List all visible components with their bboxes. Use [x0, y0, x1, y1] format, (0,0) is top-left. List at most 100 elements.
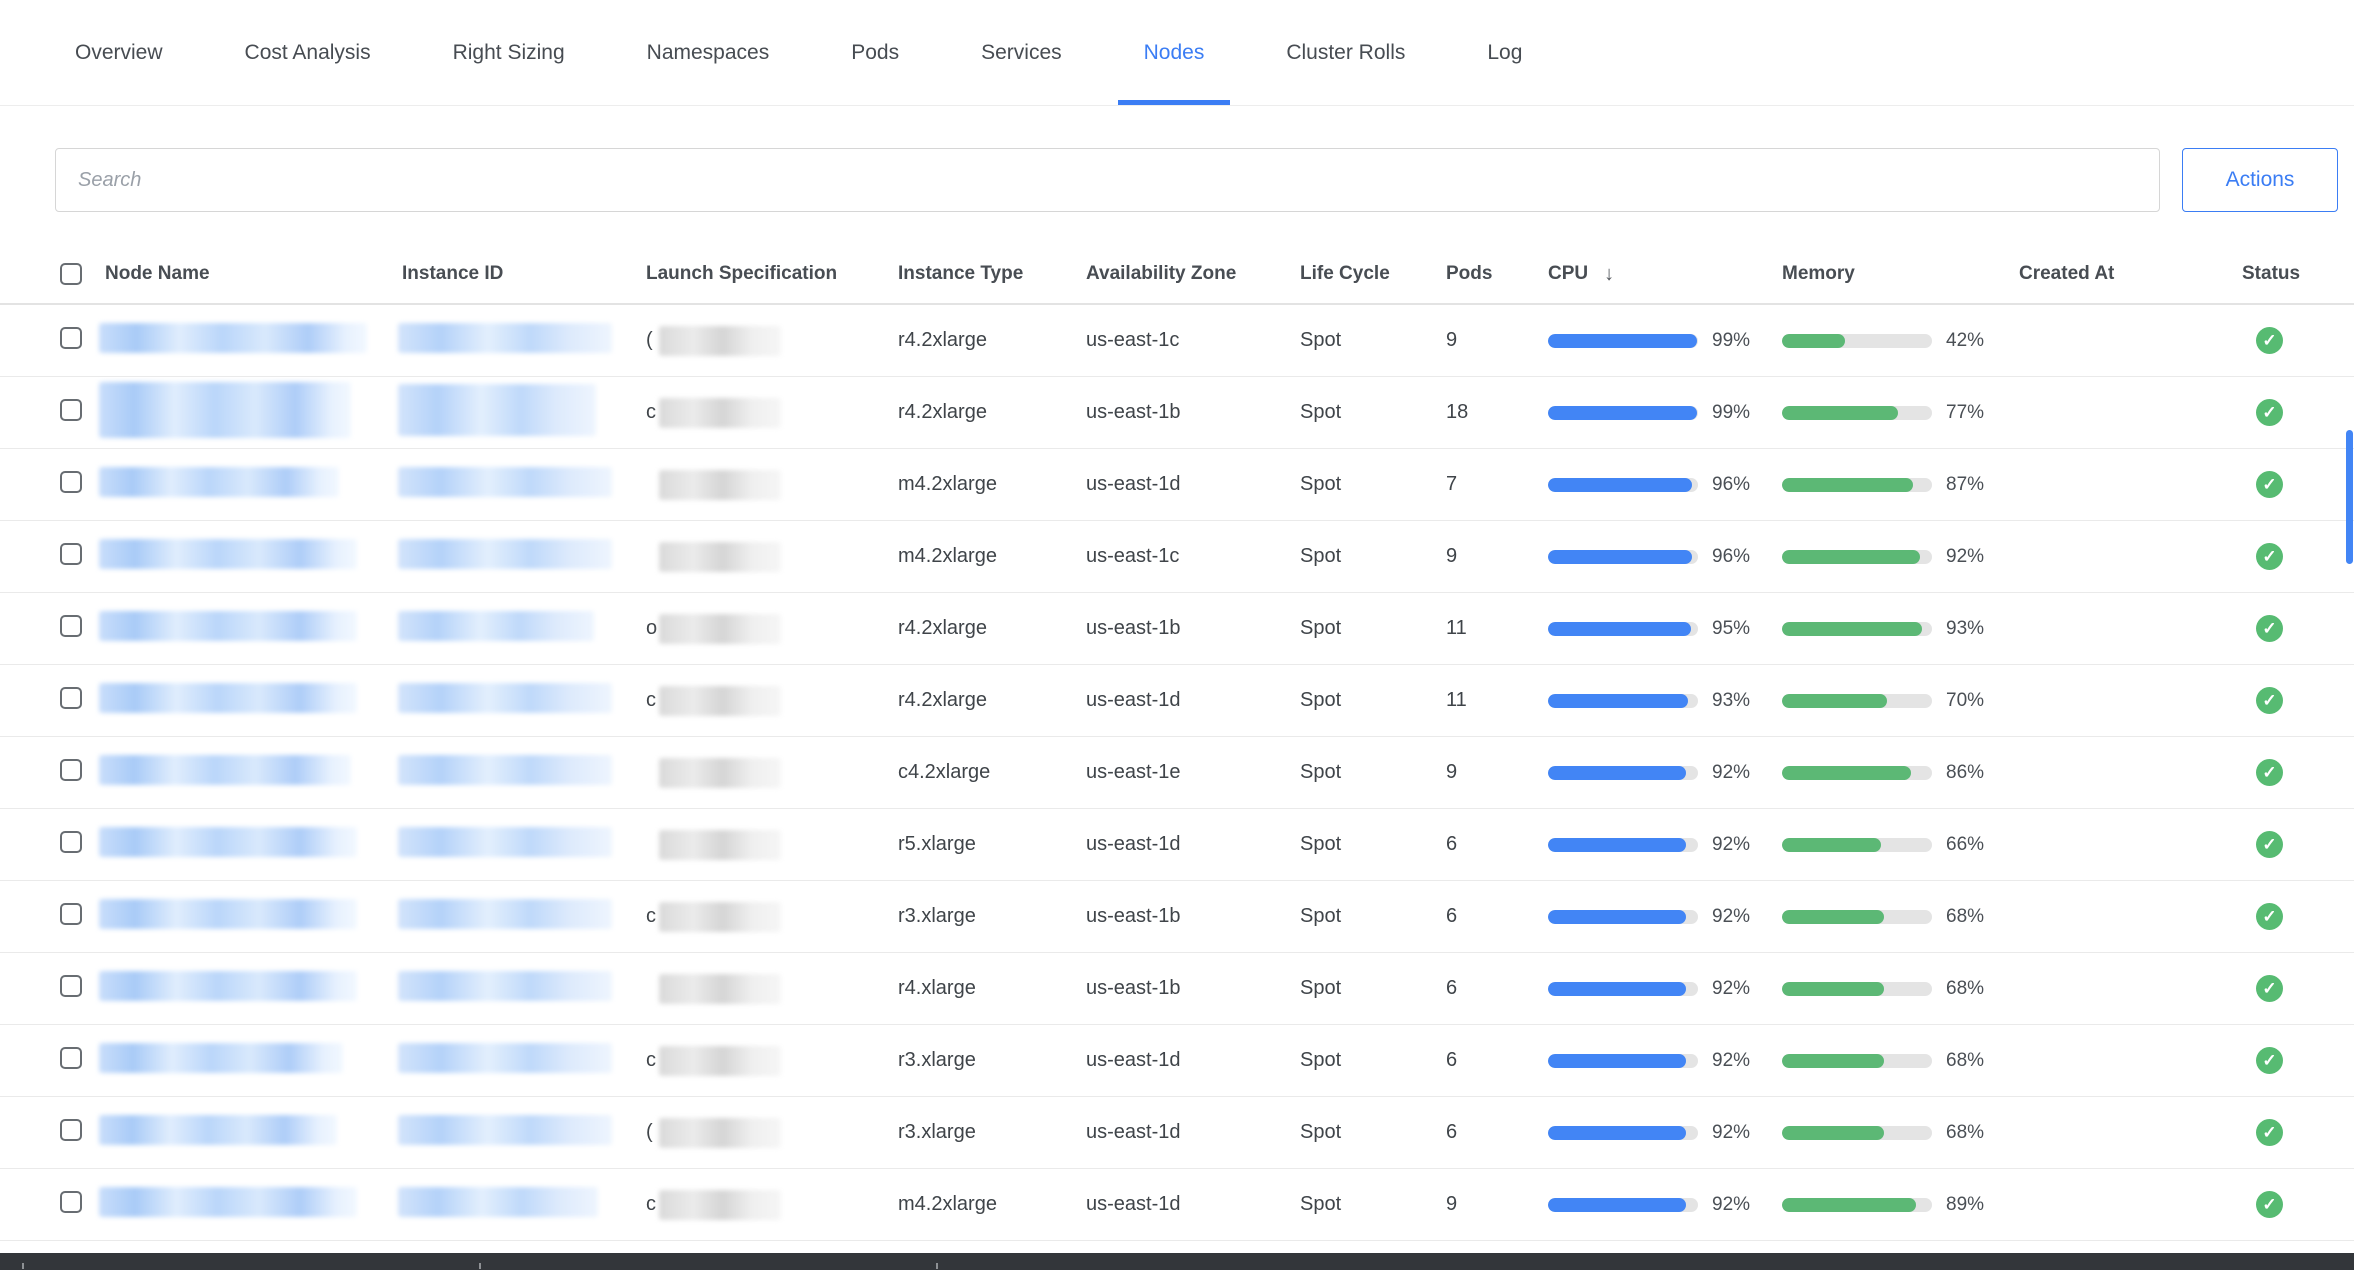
scrollbar-thumb[interactable]: [2346, 430, 2353, 564]
launch-spec-redacted: [659, 326, 781, 356]
col-launch-specification[interactable]: Launch Specification: [646, 263, 898, 285]
pods-count: 11: [1446, 617, 1548, 640]
instance-id-redacted: [398, 971, 612, 1001]
row-checkbox[interactable]: [60, 543, 82, 565]
tab-cluster-rolls[interactable]: Cluster Rolls: [1260, 0, 1431, 105]
instance-type: r5.xlarge: [898, 833, 1086, 856]
table-row[interactable]: ( r3.xlarge us-east-1d Spot 6 92% 68% ✓: [0, 1097, 2354, 1169]
status-ok-icon: ✓: [2256, 687, 2283, 714]
launch-spec-redacted: [659, 1190, 781, 1220]
instance-type: r3.xlarge: [898, 1049, 1086, 1072]
memory-usage-value: 86%: [1946, 762, 1984, 784]
cpu-usage-bar: [1548, 982, 1698, 996]
node-name-redacted: [99, 539, 357, 569]
row-checkbox[interactable]: [60, 759, 82, 781]
availability-zone: us-east-1b: [1086, 401, 1300, 424]
launch-spec-redacted: [659, 902, 781, 932]
table-row[interactable]: o r4.2xlarge us-east-1b Spot 11 95% 93% …: [0, 593, 2354, 665]
tab-cost-analysis[interactable]: Cost Analysis: [219, 0, 397, 105]
col-pods[interactable]: Pods: [1446, 263, 1548, 285]
row-checkbox[interactable]: [60, 831, 82, 853]
pods-count: 9: [1446, 761, 1548, 784]
col-memory[interactable]: Memory: [1782, 263, 2019, 285]
availability-zone: us-east-1d: [1086, 833, 1300, 856]
row-checkbox[interactable]: [60, 1047, 82, 1069]
col-status[interactable]: Status: [2242, 263, 2354, 285]
node-name-redacted: [99, 827, 357, 857]
launch-spec-redacted: [659, 398, 781, 428]
col-instance-type[interactable]: Instance Type: [898, 263, 1086, 285]
cpu-usage-value: 96%: [1712, 474, 1750, 496]
memory-usage-bar: [1782, 1198, 1932, 1212]
col-node-name[interactable]: Node Name: [105, 263, 402, 285]
col-availability-zone[interactable]: Availability Zone: [1086, 263, 1300, 285]
pods-count: 7: [1446, 473, 1548, 496]
instance-id-redacted: [398, 384, 596, 436]
col-life-cycle[interactable]: Life Cycle: [1300, 263, 1446, 285]
tab-nodes[interactable]: Nodes: [1118, 0, 1231, 105]
status-ok-icon: ✓: [2256, 543, 2283, 570]
availability-zone: us-east-1d: [1086, 1193, 1300, 1216]
row-checkbox[interactable]: [60, 1119, 82, 1141]
tab-services[interactable]: Services: [955, 0, 1088, 105]
row-checkbox[interactable]: [60, 399, 82, 421]
col-cpu[interactable]: CPU ↓: [1548, 263, 1782, 286]
bottom-bar-tick: [479, 1263, 481, 1269]
row-checkbox[interactable]: [60, 615, 82, 637]
instance-type: c4.2xlarge: [898, 761, 1086, 784]
tab-label: Cost Analysis: [245, 41, 371, 65]
status-ok-icon: ✓: [2256, 1119, 2283, 1146]
availability-zone: us-east-1d: [1086, 689, 1300, 712]
life-cycle: Spot: [1300, 329, 1446, 352]
life-cycle: Spot: [1300, 617, 1446, 640]
row-checkbox[interactable]: [60, 1191, 82, 1213]
table-row[interactable]: r5.xlarge us-east-1d Spot 6 92% 66% ✓: [0, 809, 2354, 881]
availability-zone: us-east-1c: [1086, 329, 1300, 352]
memory-usage-value: 42%: [1946, 330, 1984, 352]
cpu-usage-bar: [1548, 334, 1698, 348]
table-row[interactable]: m4.2xlarge us-east-1c Spot 9 96% 92% ✓: [0, 521, 2354, 593]
life-cycle: Spot: [1300, 401, 1446, 424]
availability-zone: us-east-1d: [1086, 1049, 1300, 1072]
life-cycle: Spot: [1300, 473, 1446, 496]
table-row[interactable]: ( r4.2xlarge us-east-1c Spot 9 99% 42% ✓: [0, 305, 2354, 377]
row-checkbox[interactable]: [60, 903, 82, 925]
row-checkbox[interactable]: [60, 687, 82, 709]
memory-usage-bar: [1782, 622, 1932, 636]
pods-count: 6: [1446, 833, 1548, 856]
table-row[interactable]: c r3.xlarge us-east-1b Spot 6 92% 68% ✓: [0, 881, 2354, 953]
row-checkbox[interactable]: [60, 975, 82, 997]
memory-usage-bar: [1782, 550, 1932, 564]
table-row[interactable]: m4.2xlarge us-east-1d Spot 7 96% 87% ✓: [0, 449, 2354, 521]
table-row[interactable]: c r4.2xlarge us-east-1b Spot 18 99% 77% …: [0, 377, 2354, 449]
search-input[interactable]: [55, 148, 2160, 212]
memory-usage-bar: [1782, 1126, 1932, 1140]
launch-spec-redacted: [659, 686, 781, 716]
table-row[interactable]: r4.xlarge us-east-1b Spot 6 92% 68% ✓: [0, 953, 2354, 1025]
instance-type: r4.xlarge: [898, 977, 1086, 1000]
memory-usage-value: 66%: [1946, 834, 1984, 856]
tab-log[interactable]: Log: [1461, 0, 1548, 105]
instance-id-redacted: [398, 1115, 612, 1145]
memory-usage-value: 68%: [1946, 1122, 1984, 1144]
row-checkbox[interactable]: [60, 327, 82, 349]
col-instance-id[interactable]: Instance ID: [402, 263, 646, 285]
table-row[interactable]: c4.2xlarge us-east-1e Spot 9 92% 86% ✓: [0, 737, 2354, 809]
tab-namespaces[interactable]: Namespaces: [621, 0, 796, 105]
actions-button[interactable]: Actions: [2182, 148, 2338, 212]
table-row[interactable]: c r3.xlarge us-east-1d Spot 6 92% 68% ✓: [0, 1025, 2354, 1097]
table-row[interactable]: c m4.2xlarge us-east-1d Spot 9 92% 89% ✓: [0, 1169, 2354, 1241]
row-checkbox[interactable]: [60, 471, 82, 493]
launch-spec-redacted: [659, 1046, 781, 1076]
col-created-at[interactable]: Created At: [2019, 263, 2242, 285]
select-all-checkbox[interactable]: [60, 263, 82, 285]
status-ok-icon: ✓: [2256, 471, 2283, 498]
tab-pods[interactable]: Pods: [825, 0, 925, 105]
tab-overview[interactable]: Overview: [49, 0, 189, 105]
pods-count: 9: [1446, 545, 1548, 568]
memory-usage-bar: [1782, 838, 1932, 852]
tab-right-sizing[interactable]: Right Sizing: [427, 0, 591, 105]
table-row[interactable]: c r4.2xlarge us-east-1d Spot 11 93% 70% …: [0, 665, 2354, 737]
memory-usage-bar: [1782, 982, 1932, 996]
header-select-all: [52, 263, 105, 285]
